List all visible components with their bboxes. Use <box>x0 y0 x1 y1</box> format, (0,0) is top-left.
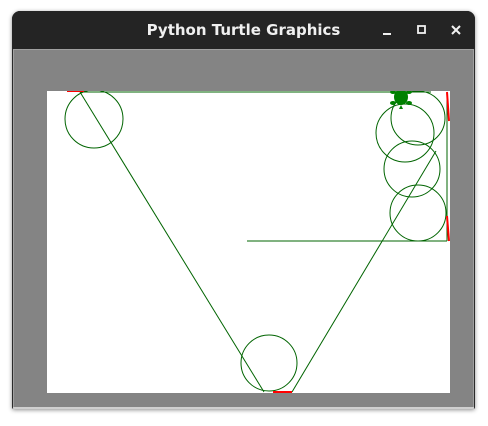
maximize-button[interactable] <box>412 20 432 40</box>
maximize-icon <box>417 25 426 34</box>
pen-circle-bottom <box>240 334 298 392</box>
window-title: Python Turtle Graphics <box>146 21 341 39</box>
canvas-frame <box>13 49 474 408</box>
title-bar[interactable]: Python Turtle Graphics <box>12 11 475 49</box>
frame-bottom-edge <box>13 407 474 409</box>
minimize-icon <box>383 33 391 35</box>
pen-circle-top-left <box>64 89 124 149</box>
drawing-canvas[interactable] <box>47 84 450 393</box>
turtle-drawing <box>64 84 450 393</box>
pen-line-right-diagonal <box>291 150 437 393</box>
turtle-window: Python Turtle Graphics <box>12 11 475 409</box>
pen-line-left-diagonal <box>79 91 265 393</box>
minimize-button[interactable] <box>378 20 398 40</box>
pen-circle-right-2 <box>375 103 435 163</box>
close-icon <box>451 25 461 35</box>
close-button[interactable] <box>446 20 466 40</box>
